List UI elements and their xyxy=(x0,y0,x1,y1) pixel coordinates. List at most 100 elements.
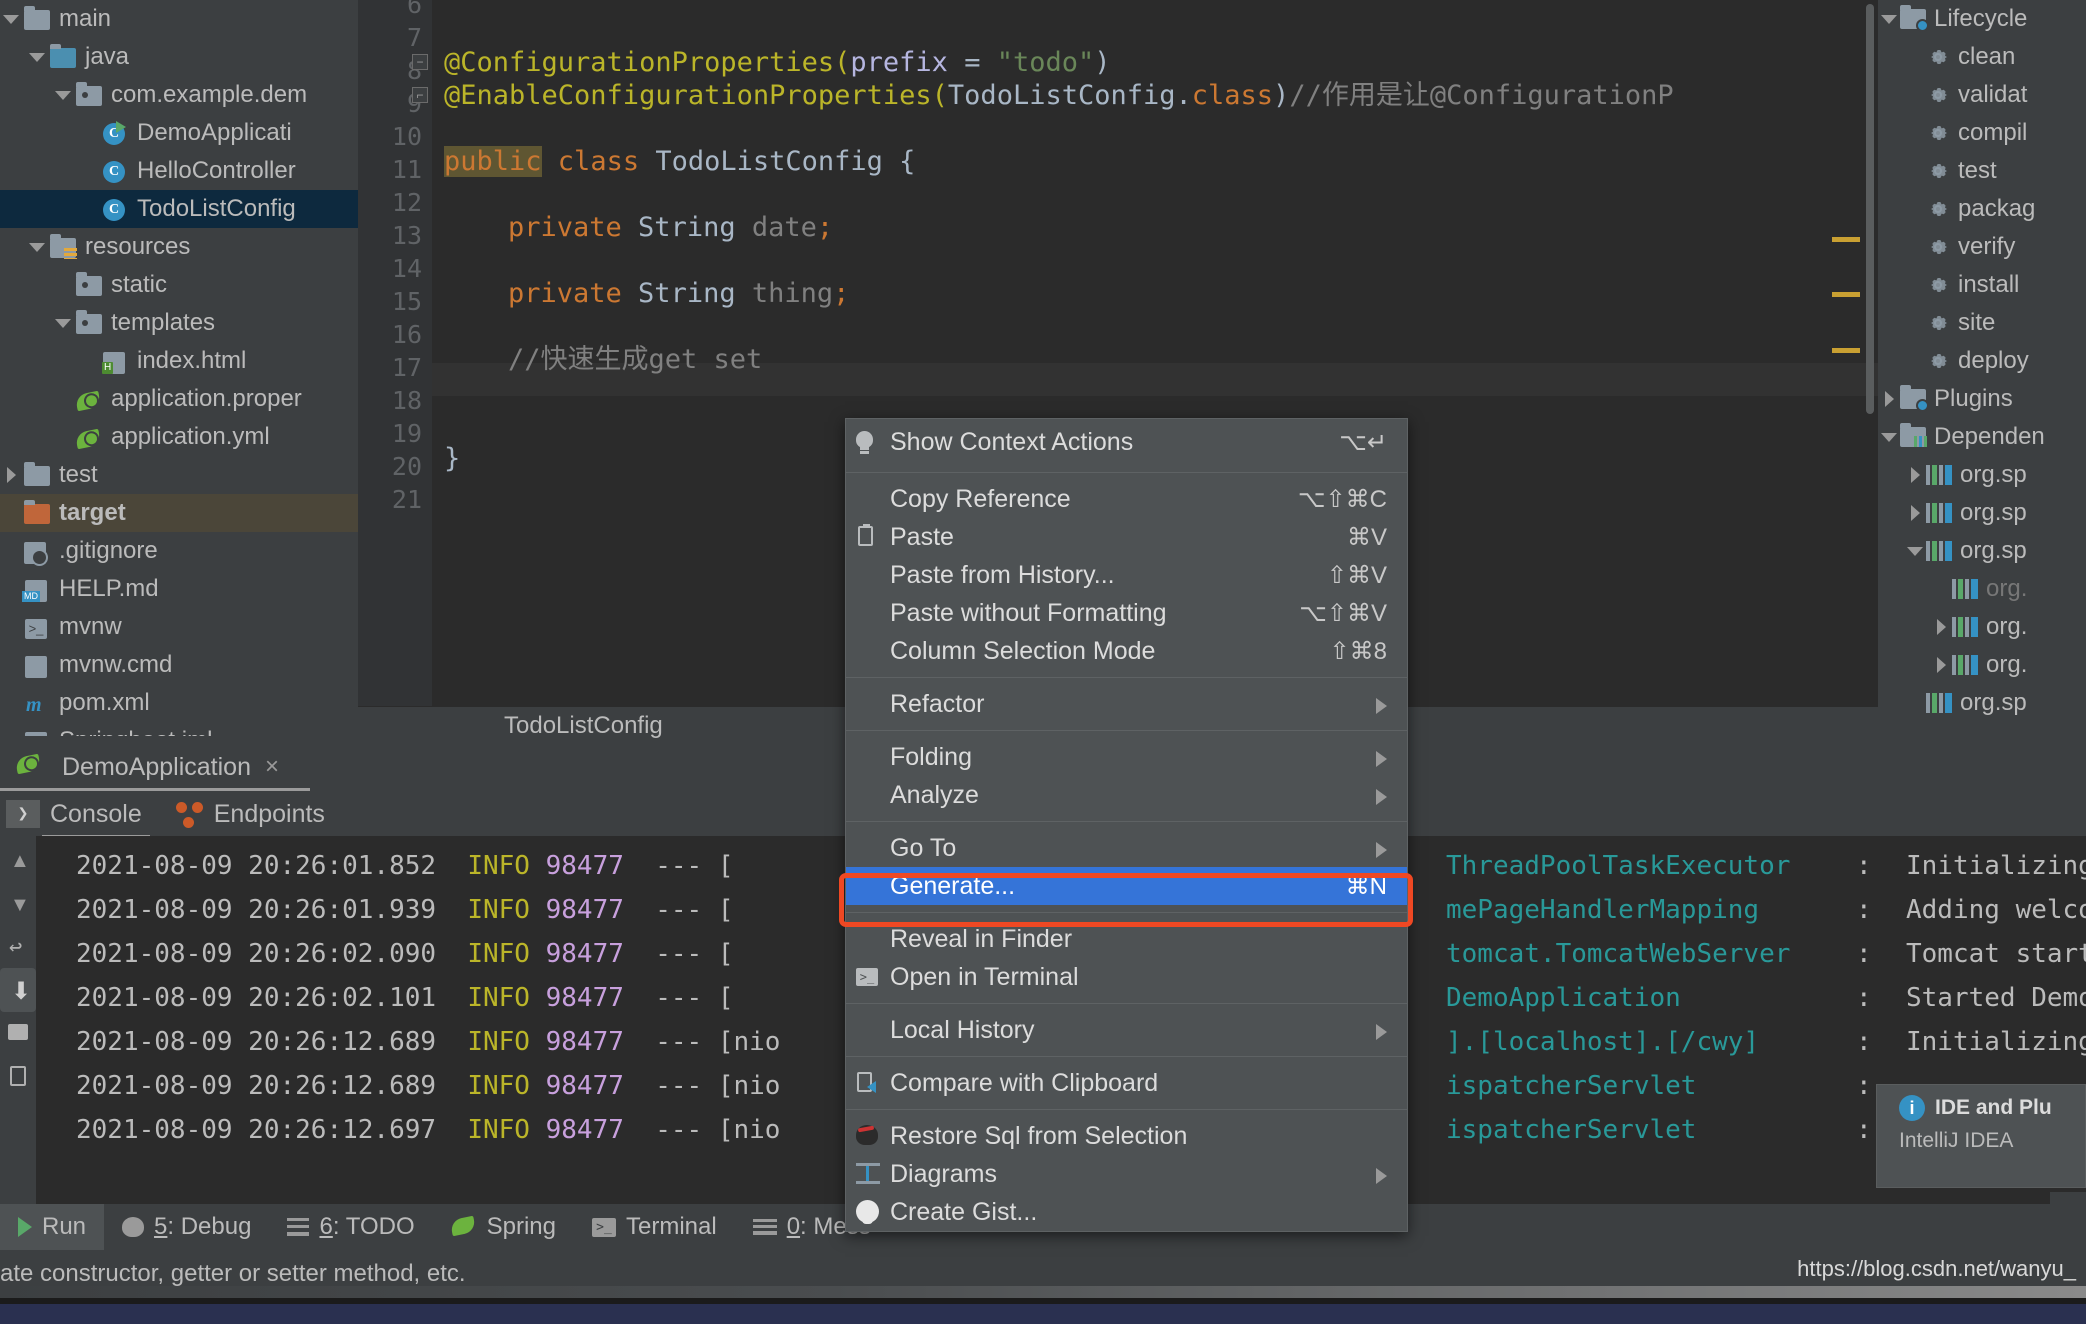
maven-item-org-[interactable]: org. xyxy=(1878,646,2086,684)
chevron-down-icon[interactable] xyxy=(52,304,74,342)
maven-item-validat[interactable]: validat xyxy=(1878,76,2086,114)
menu-item-create-gist[interactable]: Create Gist... xyxy=(846,1193,1407,1231)
tree-item-mvnw-cmd[interactable]: mvnw.cmd xyxy=(0,646,358,684)
tree-item--gitignore[interactable]: .gitignore xyxy=(0,532,358,570)
clear-all-button[interactable] xyxy=(0,1056,36,1100)
soft-wrap-button[interactable]: ↩ xyxy=(0,924,36,968)
menu-item-go-to[interactable]: Go To xyxy=(846,829,1407,867)
toolwindow-button-spring[interactable]: Spring xyxy=(433,1204,574,1250)
chevron-down-icon[interactable] xyxy=(1878,418,1900,456)
menu-item-column-selection-mode[interactable]: Column Selection Mode ⇧⌘8 xyxy=(846,632,1407,670)
tree-item-application-yml[interactable]: application.yml xyxy=(0,418,358,456)
maven-item-verify[interactable]: verify xyxy=(1878,228,2086,266)
maven-item-org-sp[interactable]: org.sp xyxy=(1878,494,2086,532)
chevron-right-icon[interactable] xyxy=(1904,494,1926,532)
tree-item-mvnw[interactable]: >_ mvnw xyxy=(0,608,358,646)
menu-item-folding[interactable]: Folding xyxy=(846,738,1407,776)
tree-item-application-proper[interactable]: application.proper xyxy=(0,380,358,418)
maven-item-org-sp[interactable]: org.sp xyxy=(1878,684,2086,722)
menu-item-reveal-in-finder[interactable]: Reveal in Finder xyxy=(846,920,1407,958)
tree-item-index-html[interactable]: Hindex.html xyxy=(0,342,358,380)
tree-item-main[interactable]: main xyxy=(0,0,358,38)
chevron-down-icon[interactable] xyxy=(1878,0,1900,38)
warning-stripe-marker[interactable] xyxy=(1832,348,1860,353)
notification-balloon[interactable]: i IDE and Plu IntelliJ IDEA xyxy=(1876,1084,2086,1188)
toolwindow-button-todo[interactable]: 6: TODO xyxy=(269,1204,432,1250)
scroll-up-button[interactable]: ▲ xyxy=(0,836,36,880)
menu-item-paste-without-formatting[interactable]: Paste without Formatting ⌥⇧⌘V xyxy=(846,594,1407,632)
tree-item-test[interactable]: test xyxy=(0,456,358,494)
maven-item-deploy[interactable]: deploy xyxy=(1878,342,2086,380)
tree-item-help-md[interactable]: MD HELP.md xyxy=(0,570,358,608)
warning-stripe-marker[interactable] xyxy=(1832,237,1860,242)
menu-item-analyze[interactable]: Analyze xyxy=(846,776,1407,814)
maven-item-site[interactable]: site xyxy=(1878,304,2086,342)
maven-item-org-sp[interactable]: org.sp xyxy=(1878,532,2086,570)
tree-item-resources[interactable]: resources xyxy=(0,228,358,266)
scrollbar-thumb[interactable] xyxy=(1866,4,1874,414)
editor-gutter[interactable]: 6 7 8 9 10 11 12 13 14 15 16 17 18 19 20 21− ⌐ xyxy=(358,0,432,706)
maven-item-install[interactable]: install xyxy=(1878,266,2086,304)
menu-item-open-in-terminal[interactable]: >_ Open in Terminal xyxy=(846,958,1407,996)
print-button[interactable] xyxy=(0,1012,36,1056)
run-configuration-tab[interactable]: DemoApplication × xyxy=(14,746,279,788)
menu-item-copy-reference[interactable]: Copy Reference ⌥⇧⌘C xyxy=(846,480,1407,518)
menu-item-generate[interactable]: Generate... ⌘N xyxy=(846,867,1407,905)
chevron-right-icon[interactable] xyxy=(0,456,22,494)
code-fold-icon[interactable]: ⌐ xyxy=(412,87,428,103)
maven-item-test[interactable]: test xyxy=(1878,152,2086,190)
chevron-down-icon[interactable] xyxy=(0,0,22,38)
maven-item-org-[interactable]: org. xyxy=(1878,608,2086,646)
close-icon[interactable]: × xyxy=(265,753,279,781)
toolwindow-button-debug[interactable]: 5: Debug xyxy=(104,1204,269,1250)
chevron-down-icon[interactable] xyxy=(52,76,74,114)
menu-item-compare-with-clipboard[interactable]: Compare with Clipboard xyxy=(846,1064,1407,1102)
tree-item-todolistconfig[interactable]: C TodoListConfig xyxy=(0,190,358,228)
project-tree-panel[interactable]: main java com.example.dem C DemoApplicati C He… xyxy=(0,0,358,736)
code-fold-icon[interactable]: − xyxy=(412,54,428,70)
maven-item-lifecycle[interactable]: Lifecycle xyxy=(1878,0,2086,38)
maven-item-packag[interactable]: packag xyxy=(1878,190,2086,228)
chevron-down-icon[interactable] xyxy=(26,228,48,266)
maven-item-org-sp[interactable]: org.sp xyxy=(1878,456,2086,494)
tree-item-static[interactable]: static xyxy=(0,266,358,304)
maven-item-compil[interactable]: compil xyxy=(1878,114,2086,152)
menu-item-refactor[interactable]: Refactor xyxy=(846,685,1407,723)
tree-item-target[interactable]: target xyxy=(0,494,358,532)
menu-item-diagrams[interactable]: Diagrams xyxy=(846,1155,1407,1193)
chevron-right-icon[interactable] xyxy=(1930,646,1952,684)
toolwindow-button-run[interactable]: Run xyxy=(0,1204,105,1250)
tree-item-templates[interactable]: templates xyxy=(0,304,358,342)
scroll-down-button[interactable]: ▼ xyxy=(0,880,36,924)
editor-vertical-scrollbar[interactable] xyxy=(1864,0,1876,706)
chevron-right-icon[interactable] xyxy=(1930,608,1952,646)
maven-item-clean[interactable]: clean xyxy=(1878,38,2086,76)
scroll-to-end-button[interactable]: ⬇ xyxy=(0,968,36,1012)
toolwindow-button-terminal[interactable]: >_ Terminal xyxy=(574,1204,735,1250)
maven-tool-window[interactable]: Lifecycle clean validat compil test packag ver… xyxy=(1878,0,2086,736)
tree-item-java[interactable]: java xyxy=(0,38,358,76)
tree-item-com-example-dem[interactable]: com.example.dem xyxy=(0,76,358,114)
tab-endpoints[interactable]: Endpoints xyxy=(174,800,325,829)
chevron-right-icon[interactable] xyxy=(1904,456,1926,494)
maven-item-dependen[interactable]: Dependen xyxy=(1878,418,2086,456)
console-side-toolbar[interactable]: ▲ ▼ ↩ ⬇ xyxy=(0,836,36,1204)
tree-item-hellocontroller[interactable]: C HelloController xyxy=(0,152,358,190)
menu-item-show-context-actions[interactable]: Show Context Actions ⌥↵ xyxy=(846,419,1407,465)
tree-item-springboot-iml[interactable]: Springboot.iml xyxy=(0,722,358,736)
menu-item-paste-from-history[interactable]: Paste from History... ⇧⌘V xyxy=(846,556,1407,594)
chevron-down-icon[interactable] xyxy=(26,38,48,76)
menu-item-local-history[interactable]: Local History xyxy=(846,1011,1407,1049)
tab-console[interactable]: Console xyxy=(42,800,150,838)
expand-icon[interactable]: ❯ xyxy=(6,800,40,828)
menu-item-paste[interactable]: Paste ⌘V xyxy=(846,518,1407,556)
menu-item-restore-sql-from-selection[interactable]: Restore Sql from Selection xyxy=(846,1117,1407,1155)
chevron-down-icon[interactable] xyxy=(1904,532,1926,570)
tree-item-demoapplicati[interactable]: C DemoApplicati xyxy=(0,114,358,152)
maven-item-org-[interactable]: org. xyxy=(1878,570,2086,608)
maven-item-plugins[interactable]: Plugins xyxy=(1878,380,2086,418)
editor-context-menu[interactable]: Show Context Actions ⌥↵ Copy Reference ⌥⇧⌘C… xyxy=(845,418,1408,1232)
warning-stripe-marker[interactable] xyxy=(1832,292,1860,297)
chevron-right-icon[interactable] xyxy=(1878,380,1900,418)
tree-item-pom-xml[interactable]: m pom.xml xyxy=(0,684,358,722)
